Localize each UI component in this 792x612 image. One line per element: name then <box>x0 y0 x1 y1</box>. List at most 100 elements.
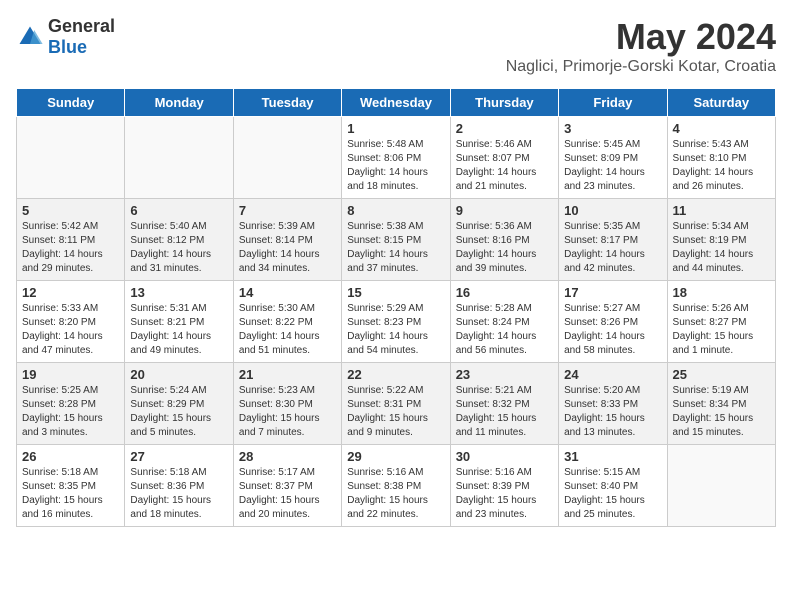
logo-icon <box>16 23 44 51</box>
day-info: Sunrise: 5:30 AM Sunset: 8:22 PM Dayligh… <box>239 302 336 358</box>
calendar-cell: 22Sunrise: 5:22 AM Sunset: 8:31 PM Dayli… <box>342 363 450 445</box>
day-number: 12 <box>22 285 119 300</box>
calendar-cell: 12 Sunrise: 5:33 AM Sunset: 8:20 PM Dayli… <box>17 281 125 363</box>
day-info: Sunrise: 5:36 AM Sunset: 8:16 PM Dayligh… <box>456 220 553 276</box>
calendar-cell: 30 Sunrise: 5:16 AM Sunset: 8:39 PM Dayli… <box>450 445 558 527</box>
day-info: Sunrise: 5:26 AM Sunset: 8:27 PM Dayligh… <box>673 302 770 358</box>
day-info: Sunrise: 5:31 AM Sunset: 8:21 PM Dayligh… <box>130 302 227 358</box>
calendar-cell: 20 Sunrise: 5:24 AM Sunset: 8:29 PM Dayli… <box>125 363 233 445</box>
day-info: Sunrise: 5:17 AM Sunset: 8:37 PM Dayligh… <box>239 466 336 522</box>
calendar-cell: 27Sunrise: 5:18 AM Sunset: 8:36 PM Dayli… <box>125 445 233 527</box>
day-number: 5 <box>22 203 119 218</box>
day-number: 18 <box>673 285 770 300</box>
day-info: Sunrise: 5:16 AM Sunset: 8:39 PM Dayligh… <box>456 466 553 522</box>
day-number: 15 <box>347 285 444 300</box>
page-header: General Blue May 2024 Naglici, Primorje-… <box>16 16 776 76</box>
calendar-cell: 10Sunrise: 5:35 AM Sunset: 8:17 PM Dayli… <box>559 199 667 281</box>
day-info: Sunrise: 5:29 AM Sunset: 8:23 PM Dayligh… <box>347 302 444 358</box>
calendar-cell: 3 Sunrise: 5:45 AM Sunset: 8:09 PM Daylig… <box>559 117 667 199</box>
calendar-cell: 23 Sunrise: 5:21 AM Sunset: 8:32 PM Dayli… <box>450 363 558 445</box>
calendar-cell: 11Sunrise: 5:34 AM Sunset: 8:19 PM Dayli… <box>667 199 775 281</box>
day-info: Sunrise: 5:38 AM Sunset: 8:15 PM Dayligh… <box>347 220 444 276</box>
calendar-cell: 2Sunrise: 5:46 AM Sunset: 8:07 PM Daylig… <box>450 117 558 199</box>
day-number: 9 <box>456 203 553 218</box>
day-info: Sunrise: 5:16 AM Sunset: 8:38 PM Dayligh… <box>347 466 444 522</box>
day-info: Sunrise: 5:20 AM Sunset: 8:33 PM Dayligh… <box>564 384 661 440</box>
day-info: Sunrise: 5:46 AM Sunset: 8:07 PM Dayligh… <box>456 138 553 194</box>
day-number: 3 <box>564 121 661 136</box>
day-number: 24 <box>564 367 661 382</box>
day-info: Sunrise: 5:40 AM Sunset: 8:12 PM Dayligh… <box>130 220 227 276</box>
day-info: Sunrise: 5:19 AM Sunset: 8:34 PM Dayligh… <box>673 384 770 440</box>
calendar-cell: 4 Sunrise: 5:43 AM Sunset: 8:10 PM Daylig… <box>667 117 775 199</box>
day-info: Sunrise: 5:48 AM Sunset: 8:06 PM Dayligh… <box>347 138 444 194</box>
weekday-header: Wednesday <box>342 89 450 117</box>
calendar-cell <box>17 117 125 199</box>
calendar-cell: 24 Sunrise: 5:20 AM Sunset: 8:33 PM Dayli… <box>559 363 667 445</box>
day-info: Sunrise: 5:15 AM Sunset: 8:40 PM Dayligh… <box>564 466 661 522</box>
calendar-cell: 7Sunrise: 5:39 AM Sunset: 8:14 PM Daylig… <box>233 199 341 281</box>
calendar-cell <box>667 445 775 527</box>
calendar-cell: 15 Sunrise: 5:29 AM Sunset: 8:23 PM Dayli… <box>342 281 450 363</box>
calendar-header-row: SundayMondayTuesdayWednesdayThursdayFrid… <box>17 89 776 117</box>
day-info: Sunrise: 5:33 AM Sunset: 8:20 PM Dayligh… <box>22 302 119 358</box>
day-number: 13 <box>130 285 227 300</box>
calendar-cell <box>125 117 233 199</box>
day-number: 20 <box>130 367 227 382</box>
title-block: May 2024 Naglici, Primorje-Gorski Kotar,… <box>506 16 776 76</box>
weekday-header: Friday <box>559 89 667 117</box>
calendar-cell: 13 Sunrise: 5:31 AM Sunset: 8:21 PM Dayli… <box>125 281 233 363</box>
calendar-cell: 9 Sunrise: 5:36 AM Sunset: 8:16 PM Daylig… <box>450 199 558 281</box>
day-number: 19 <box>22 367 119 382</box>
day-info: Sunrise: 5:39 AM Sunset: 8:14 PM Dayligh… <box>239 220 336 276</box>
calendar-cell: 14Sunrise: 5:30 AM Sunset: 8:22 PM Dayli… <box>233 281 341 363</box>
calendar-cell: 16Sunrise: 5:28 AM Sunset: 8:24 PM Dayli… <box>450 281 558 363</box>
day-info: Sunrise: 5:18 AM Sunset: 8:35 PM Dayligh… <box>22 466 119 522</box>
calendar-cell: 26 Sunrise: 5:18 AM Sunset: 8:35 PM Dayli… <box>17 445 125 527</box>
day-number: 31 <box>564 449 661 464</box>
day-info: Sunrise: 5:27 AM Sunset: 8:26 PM Dayligh… <box>564 302 661 358</box>
calendar-cell: 21Sunrise: 5:23 AM Sunset: 8:30 PM Dayli… <box>233 363 341 445</box>
calendar-week-row: 26 Sunrise: 5:18 AM Sunset: 8:35 PM Dayli… <box>17 445 776 527</box>
day-number: 23 <box>456 367 553 382</box>
weekday-header: Thursday <box>450 89 558 117</box>
day-number: 6 <box>130 203 227 218</box>
main-title: May 2024 <box>506 16 776 58</box>
day-number: 4 <box>673 121 770 136</box>
day-number: 10 <box>564 203 661 218</box>
logo-text-blue: Blue <box>48 37 87 57</box>
calendar-cell: 31 Sunrise: 5:15 AM Sunset: 8:40 PM Dayli… <box>559 445 667 527</box>
day-info: Sunrise: 5:21 AM Sunset: 8:32 PM Dayligh… <box>456 384 553 440</box>
day-number: 26 <box>22 449 119 464</box>
logo: General Blue <box>16 16 115 58</box>
calendar-cell: 29 Sunrise: 5:16 AM Sunset: 8:38 PM Dayli… <box>342 445 450 527</box>
day-info: Sunrise: 5:18 AM Sunset: 8:36 PM Dayligh… <box>130 466 227 522</box>
day-number: 25 <box>673 367 770 382</box>
calendar-cell <box>233 117 341 199</box>
day-info: Sunrise: 5:43 AM Sunset: 8:10 PM Dayligh… <box>673 138 770 194</box>
day-info: Sunrise: 5:24 AM Sunset: 8:29 PM Dayligh… <box>130 384 227 440</box>
weekday-header: Saturday <box>667 89 775 117</box>
day-number: 29 <box>347 449 444 464</box>
weekday-header: Sunday <box>17 89 125 117</box>
day-info: Sunrise: 5:25 AM Sunset: 8:28 PM Dayligh… <box>22 384 119 440</box>
calendar-cell: 19 Sunrise: 5:25 AM Sunset: 8:28 PM Dayli… <box>17 363 125 445</box>
day-number: 16 <box>456 285 553 300</box>
calendar-table: SundayMondayTuesdayWednesdayThursdayFrid… <box>16 88 776 527</box>
calendar-cell: 6 Sunrise: 5:40 AM Sunset: 8:12 PM Daylig… <box>125 199 233 281</box>
weekday-header: Monday <box>125 89 233 117</box>
logo-text-general: General <box>48 16 115 36</box>
calendar-cell: 1 Sunrise: 5:48 AM Sunset: 8:06 PM Daylig… <box>342 117 450 199</box>
calendar-cell: 28 Sunrise: 5:17 AM Sunset: 8:37 PM Dayli… <box>233 445 341 527</box>
calendar-week-row: 5Sunrise: 5:42 AM Sunset: 8:11 PM Daylig… <box>17 199 776 281</box>
day-number: 22 <box>347 367 444 382</box>
day-info: Sunrise: 5:34 AM Sunset: 8:19 PM Dayligh… <box>673 220 770 276</box>
calendar-week-row: 12 Sunrise: 5:33 AM Sunset: 8:20 PM Dayli… <box>17 281 776 363</box>
day-number: 28 <box>239 449 336 464</box>
day-info: Sunrise: 5:45 AM Sunset: 8:09 PM Dayligh… <box>564 138 661 194</box>
sub-title: Naglici, Primorje-Gorski Kotar, Croatia <box>506 58 776 76</box>
day-number: 30 <box>456 449 553 464</box>
day-number: 1 <box>347 121 444 136</box>
day-number: 8 <box>347 203 444 218</box>
calendar-week-row: 1 Sunrise: 5:48 AM Sunset: 8:06 PM Daylig… <box>17 117 776 199</box>
